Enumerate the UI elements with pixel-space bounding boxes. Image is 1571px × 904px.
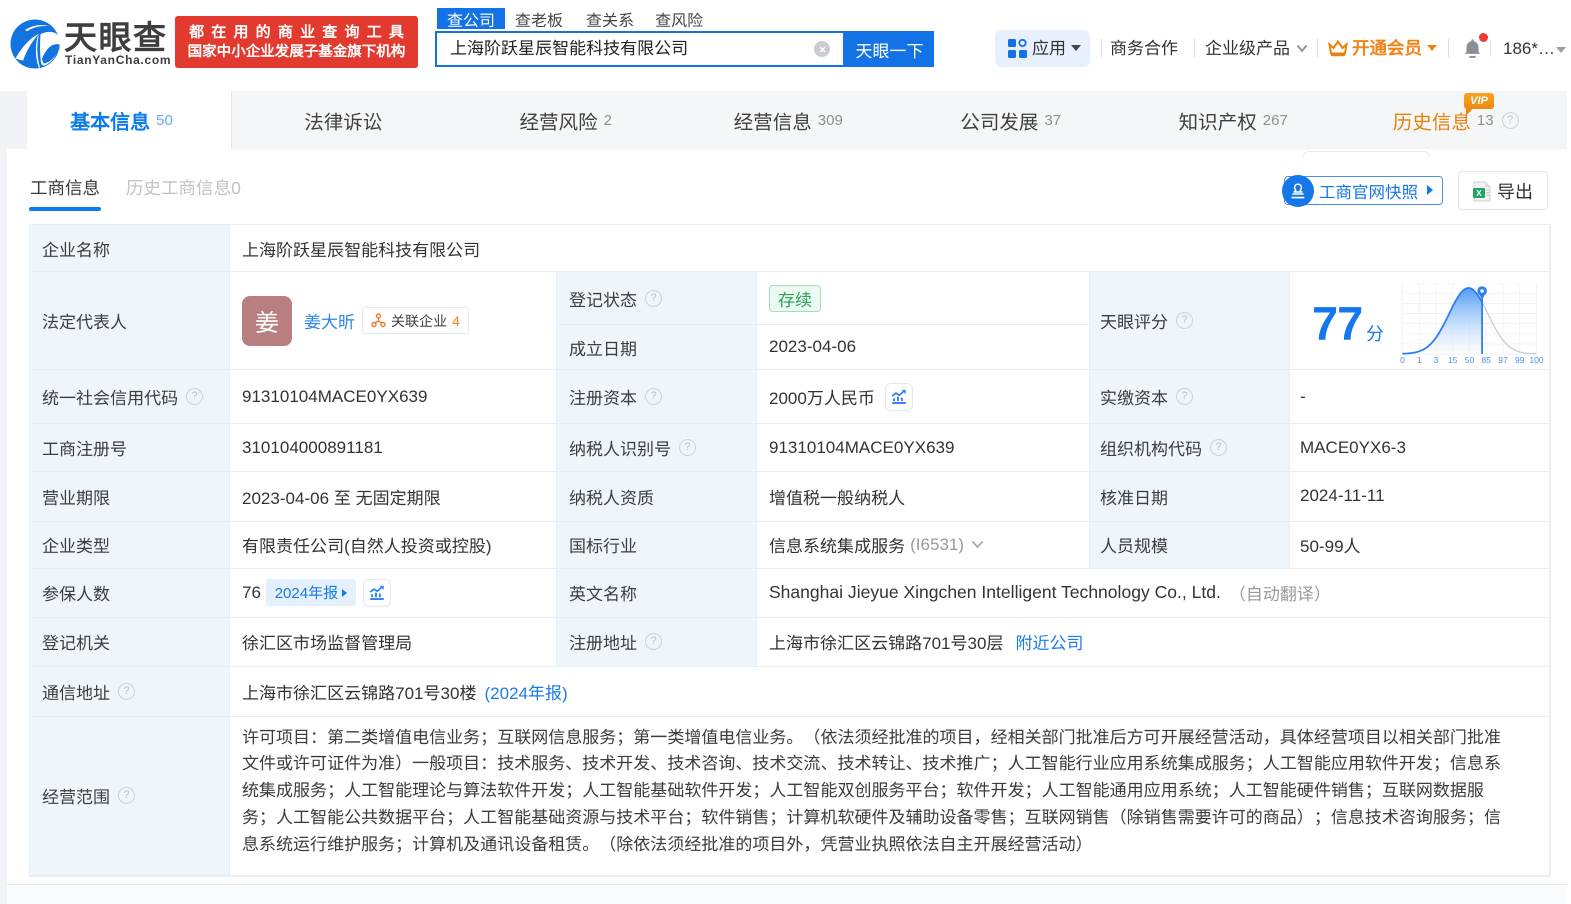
svg-text:15: 15 bbox=[1448, 355, 1458, 365]
svg-text:97: 97 bbox=[1498, 355, 1508, 365]
svg-text:0: 0 bbox=[1400, 355, 1405, 365]
svg-text:50: 50 bbox=[1465, 355, 1475, 365]
svg-text:99: 99 bbox=[1515, 355, 1525, 365]
svg-text:X: X bbox=[1476, 188, 1482, 198]
svg-text:85: 85 bbox=[1482, 355, 1492, 365]
svg-text:3: 3 bbox=[1434, 355, 1439, 365]
svg-text:1: 1 bbox=[1417, 355, 1422, 365]
svg-text:100: 100 bbox=[1529, 355, 1543, 365]
